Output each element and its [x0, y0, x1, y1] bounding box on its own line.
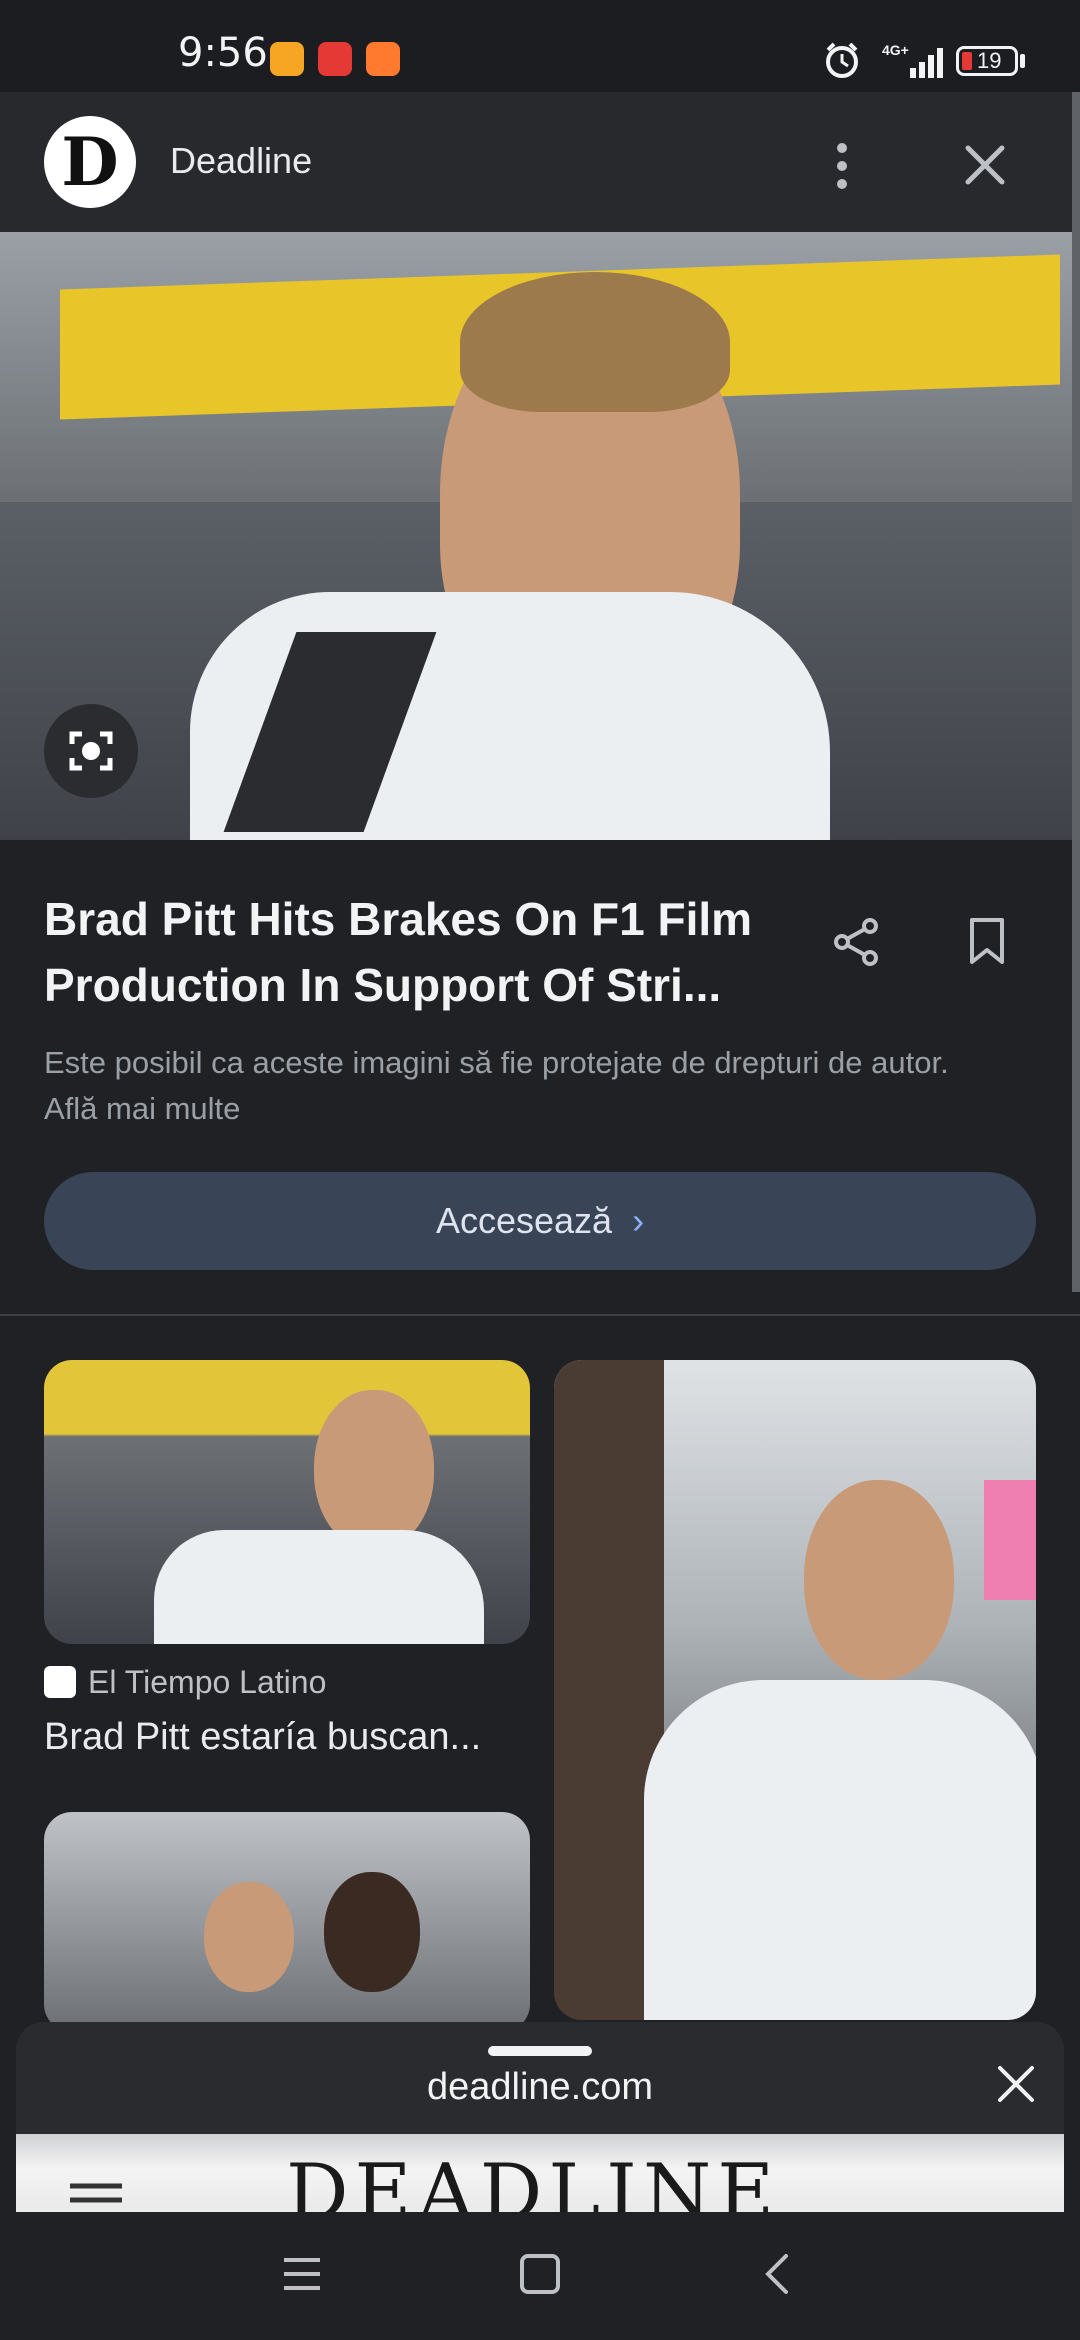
source-favicon [44, 1666, 76, 1698]
person-head-shape [324, 1872, 420, 1992]
related-image[interactable] [44, 1812, 530, 2032]
more-options-icon[interactable] [826, 140, 858, 192]
lens-search-button[interactable] [44, 704, 138, 798]
close-icon[interactable] [994, 2062, 1038, 2106]
sheet-domain[interactable]: deadline.com [0, 2066, 1080, 2109]
recents-icon[interactable] [280, 2254, 324, 2294]
hero-image[interactable] [0, 232, 1072, 840]
related-image[interactable] [554, 1360, 1036, 2020]
notification-icon [270, 42, 304, 76]
related-caption[interactable]: Brad Pitt estaría buscan... [44, 1716, 544, 1759]
alarm-icon [826, 42, 858, 78]
close-icon[interactable] [960, 140, 1010, 190]
racing-suit-shape [154, 1530, 484, 1644]
status-time: 9:56 [178, 30, 268, 76]
site-logo[interactable]: D [44, 116, 136, 208]
racing-suit-shape [644, 1680, 1036, 2020]
home-icon[interactable] [518, 2252, 562, 2296]
battery-tip [1020, 54, 1025, 68]
visit-button[interactable]: Accesează › [44, 1172, 1036, 1270]
signal-icon [910, 48, 943, 78]
related-image[interactable] [44, 1360, 530, 1644]
bookmark-icon[interactable] [966, 916, 1008, 968]
copyright-notice[interactable]: Este posibil ca aceste imagini să fie pr… [44, 1040, 1004, 1132]
notification-icon [318, 42, 352, 76]
visit-button-label: Accesează [435, 1200, 613, 1241]
section-divider [0, 1314, 1080, 1316]
scrollbar[interactable] [1072, 92, 1080, 1292]
person-head-shape [204, 1882, 294, 1992]
share-icon[interactable] [830, 916, 882, 968]
chevron-right-icon: › [632, 1200, 645, 1241]
drag-handle[interactable] [488, 2046, 592, 2056]
notification-icon [366, 42, 400, 76]
person-head-shape [314, 1390, 434, 1550]
person-hair-shape [460, 272, 730, 412]
lens-icon [69, 731, 113, 771]
back-icon[interactable] [758, 2252, 798, 2296]
related-source[interactable]: El Tiempo Latino [88, 1664, 326, 1700]
site-name[interactable]: Deadline [170, 140, 312, 182]
person-head-shape [804, 1480, 954, 1680]
flag-shape [984, 1480, 1036, 1600]
viewer-header [0, 92, 1080, 232]
image-title[interactable]: Brad Pitt Hits Brakes On F1 Film Product… [44, 886, 804, 1018]
battery-icon: 19 [956, 46, 1018, 76]
battery-level: 19 [977, 48, 1002, 73]
